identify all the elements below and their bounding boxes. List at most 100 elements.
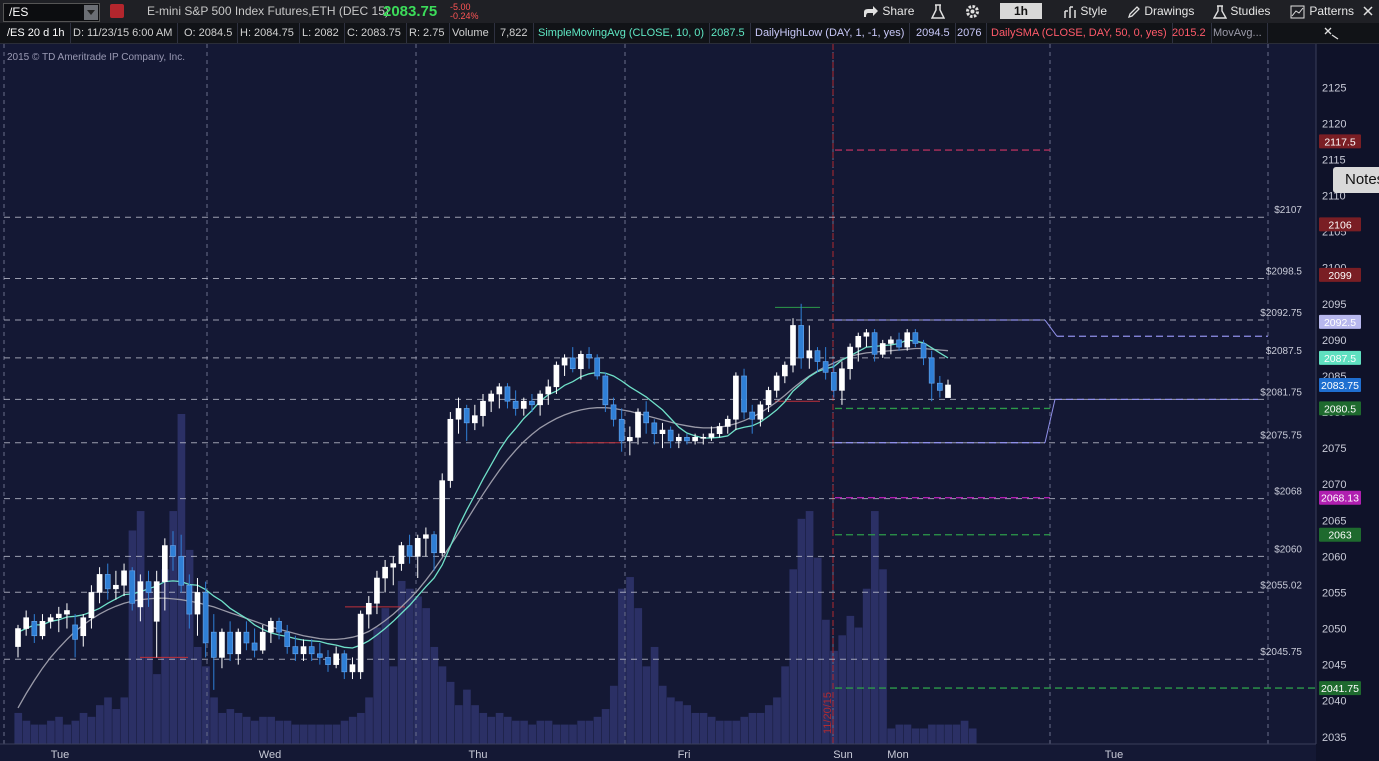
candle-up: [300, 646, 307, 655]
style-button[interactable]: Style: [1063, 0, 1107, 23]
candle-up: [675, 436, 682, 442]
candle-down: [341, 653, 348, 673]
patterns-button[interactable]: Patterns: [1290, 0, 1354, 23]
candle-up: [153, 581, 160, 622]
price-tag-label: 2068.13: [1321, 493, 1359, 505]
symbol-selector[interactable]: /ES: [3, 3, 100, 22]
price-tag-label: 2083.75: [1321, 380, 1359, 392]
studies-flask-icon: [1212, 5, 1228, 19]
candle-up: [879, 343, 886, 355]
price-tick-label: 2040: [1322, 696, 1346, 708]
volume-bar: [585, 720, 594, 744]
candle-up: [724, 418, 731, 427]
time-tick-label: Thu: [469, 749, 488, 761]
candle-up: [455, 408, 462, 420]
candle-down: [227, 631, 233, 655]
volume-bar: [471, 705, 479, 744]
movavg-study-label[interactable]: MovAvg...: [1208, 23, 1268, 43]
volume-bar: [259, 716, 267, 744]
candle-up: [472, 415, 478, 424]
dailyhighlow-study-label[interactable]: DailyHighLow (DAY, 1, -1, yes): [750, 23, 911, 43]
candle-down: [284, 631, 291, 647]
candle-up: [863, 332, 870, 337]
volume-bar: [716, 720, 724, 744]
volume-bar: [960, 720, 969, 744]
price-tag-label: 2099: [1328, 270, 1352, 282]
candle-down: [178, 556, 184, 586]
candle-up: [945, 384, 951, 398]
volume-bar: [781, 666, 789, 744]
candle-up: [520, 400, 527, 409]
level-label: $2045.75: [1260, 647, 1302, 658]
volume-bar: [373, 627, 382, 744]
candle-up: [888, 339, 894, 344]
close-icon[interactable]: [1362, 5, 1374, 17]
volume-bar: [251, 720, 259, 744]
candle-up: [64, 610, 70, 615]
candle-up: [561, 357, 568, 366]
candle-down: [602, 375, 609, 406]
sma-study-label[interactable]: SimpleMovingAvg (CLOSE, 10, 0): [533, 23, 711, 43]
volume-bar: [683, 705, 692, 744]
candle-up: [790, 325, 796, 366]
volume-bar: [740, 716, 749, 744]
price-chart[interactable]: 11/20/15 $2107 $2098.5 $2092.75 $2087.5 $208…: [0, 44, 1379, 761]
volume-label[interactable]: Volume: [447, 23, 495, 43]
flask-icon[interactable]: [931, 4, 945, 19]
volume-bar: [406, 588, 414, 744]
candle-down: [912, 332, 919, 344]
share-icon: [864, 5, 878, 17]
volume-bar: [202, 666, 210, 744]
notes-tab[interactable]: Notes: [1333, 167, 1379, 193]
volume-bar: [626, 577, 634, 744]
dailysma-study-label[interactable]: DailySMA (CLOSE, DAY, 50, 0, yes): [986, 23, 1173, 43]
volume-bar: [30, 724, 39, 744]
price-tag-label: 2117.5: [1324, 136, 1355, 148]
volume-bar: [520, 720, 528, 744]
volume-bar: [47, 720, 55, 744]
studies-button[interactable]: Studies: [1212, 0, 1270, 23]
volume-bar: [561, 724, 569, 744]
flag-icon[interactable]: [110, 4, 124, 18]
chevron-down-icon[interactable]: [84, 5, 98, 20]
pencil-icon: [1127, 5, 1140, 18]
candle-up: [423, 534, 429, 539]
candle-up: [439, 480, 446, 554]
candle-up: [757, 404, 764, 420]
crosshair-close-icon[interactable]: [1323, 26, 1339, 40]
volume-bar: [854, 627, 863, 744]
timeframe-selector[interactable]: 1h: [1000, 3, 1042, 19]
share-button[interactable]: Share: [863, 0, 914, 23]
gear-icon[interactable]: [965, 4, 980, 19]
candle-up: [488, 393, 494, 402]
candle-down: [651, 422, 658, 434]
level-label: $2055.02: [1260, 580, 1302, 591]
candle-up: [88, 592, 95, 619]
candle-up: [194, 592, 201, 615]
patterns-label: Patterns: [1309, 4, 1355, 18]
volume-bar: [658, 685, 667, 744]
volume-bar: [487, 716, 496, 744]
instrument-description: E-mini S&P 500 Index Futures,ETH (DEC 15…: [147, 4, 389, 18]
price-tick-label: 2055: [1322, 587, 1346, 599]
candle-up: [839, 368, 845, 391]
volume-bar: [552, 724, 561, 744]
volume-bar: [275, 720, 284, 744]
volume-bar: [479, 712, 488, 744]
candle-down: [928, 357, 935, 384]
volume-bar: [242, 716, 251, 744]
candle-down: [667, 429, 674, 442]
volume-bar: [87, 716, 96, 744]
volume-bar: [348, 716, 357, 744]
candle-down: [798, 325, 804, 359]
volume-bar: [650, 646, 659, 744]
volume-bar: [634, 608, 643, 744]
candle-up: [414, 538, 421, 557]
drawings-button[interactable]: Drawings: [1127, 0, 1194, 23]
level-label: $2092.75: [1260, 308, 1302, 319]
volume-bar: [267, 716, 275, 744]
sma-study-value: 2087.5: [706, 23, 751, 43]
volume-bar: [871, 511, 879, 744]
candle-down: [504, 386, 511, 402]
volume-bar: [495, 712, 504, 744]
